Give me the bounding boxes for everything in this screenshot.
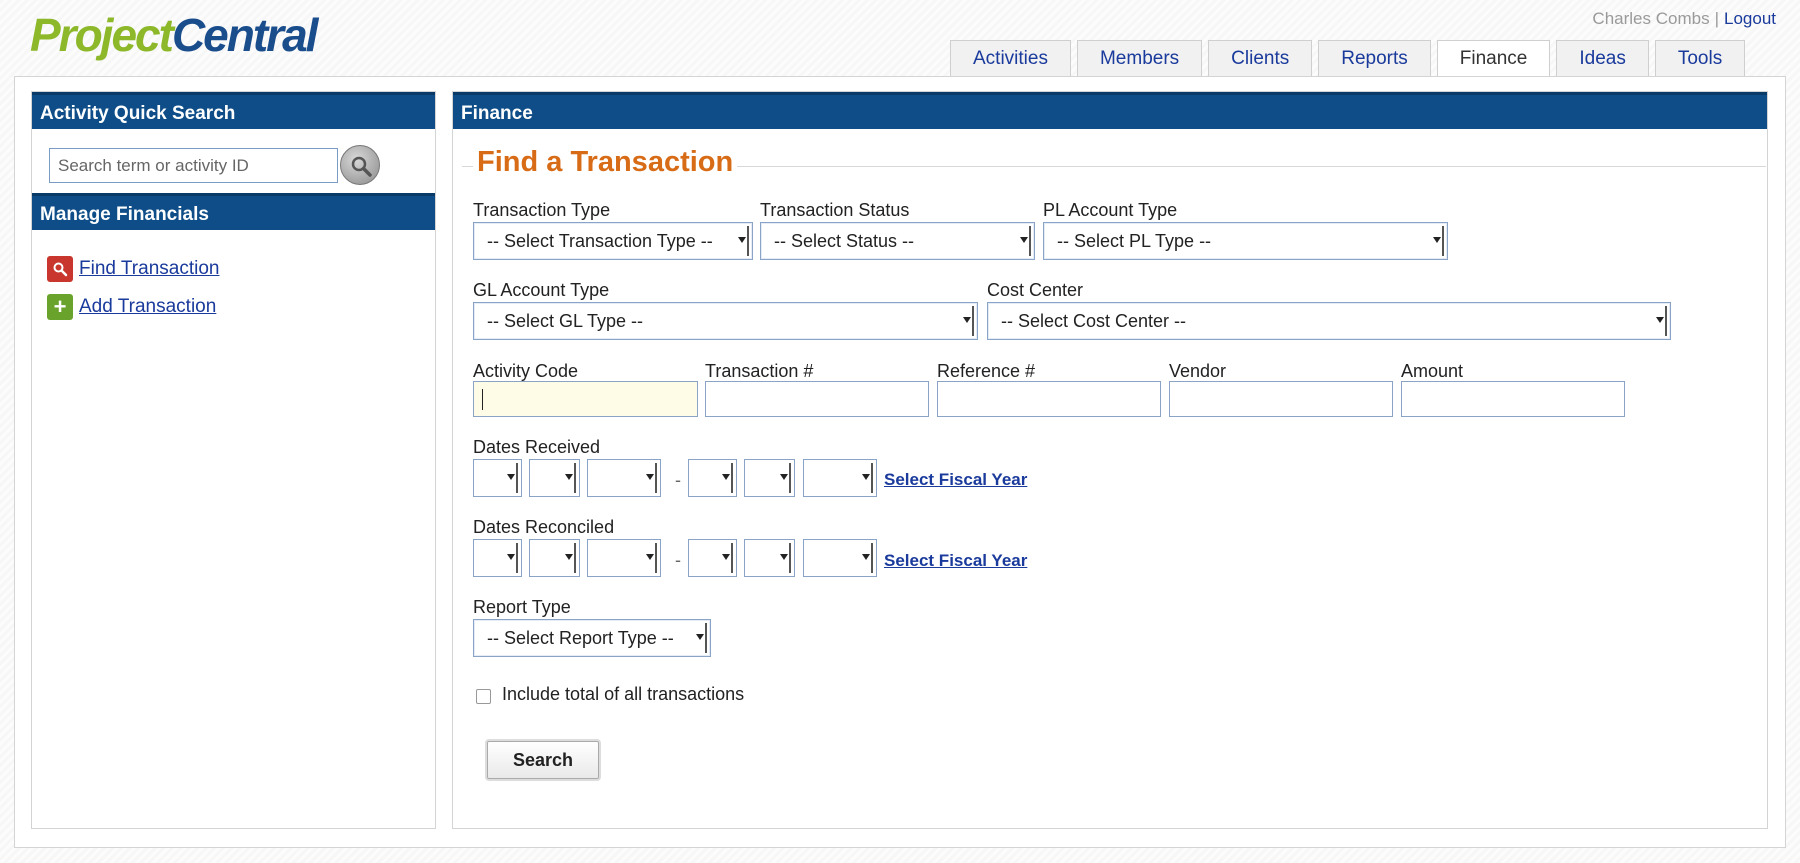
dates-received-label: Dates Received — [473, 437, 601, 457]
pl-account-select[interactable]: -- Select PL Type -- — [1043, 222, 1448, 260]
logo[interactable]: ProjectCentral — [30, 8, 318, 62]
cost-center-select[interactable]: -- Select Cost Center -- — [987, 302, 1671, 340]
chevron-down-icon — [565, 554, 573, 560]
report-type-value: -- Select Report Type -- — [487, 628, 674, 648]
cost-center-value: -- Select Cost Center -- — [1001, 311, 1187, 331]
chevron-down-icon — [780, 474, 788, 480]
quick-search-input[interactable] — [49, 148, 338, 183]
logo-part-1: Project — [30, 9, 174, 61]
chevron-down-icon — [780, 554, 788, 560]
report-type-select[interactable]: -- Select Report Type -- — [473, 619, 711, 657]
gl-account-value: -- Select GL Type -- — [487, 311, 644, 331]
transaction-type-label: Transaction Type — [473, 200, 611, 220]
pl-account-label: PL Account Type — [1043, 200, 1178, 220]
search-button[interactable]: Search — [487, 741, 599, 779]
chevron-down-icon — [1656, 317, 1664, 323]
logout-link[interactable]: Logout — [1724, 9, 1776, 28]
reconciled-to-day-select[interactable] — [744, 539, 795, 577]
received-from-year-select[interactable] — [587, 459, 661, 497]
transaction-status-value: -- Select Status -- — [774, 231, 915, 251]
received-from-day-select[interactable] — [529, 459, 580, 497]
activity-code-input[interactable] — [473, 381, 698, 417]
reconciled-to-year-select[interactable] — [803, 539, 877, 577]
add-transaction-link[interactable]: Add Transaction — [79, 296, 216, 318]
tab-tools[interactable]: Tools — [1654, 40, 1746, 77]
chevron-down-icon — [862, 554, 870, 560]
reconciled-to-month-select[interactable] — [688, 539, 737, 577]
include-total-checkbox[interactable] — [476, 689, 491, 704]
reconciled-from-year-select[interactable] — [587, 539, 661, 577]
transaction-status-label: Transaction Status — [760, 200, 910, 220]
gl-account-label: GL Account Type — [473, 280, 610, 300]
chevron-down-icon — [646, 554, 654, 560]
vendor-input[interactable] — [1169, 381, 1393, 417]
chevron-down-icon — [646, 474, 654, 480]
tab-reports[interactable]: Reports — [1318, 40, 1431, 77]
received-range-separator: - — [675, 470, 681, 490]
finance-header: Finance — [453, 92, 1767, 129]
amount-label: Amount — [1401, 361, 1464, 381]
include-total-label: Include total of all transactions — [502, 684, 745, 704]
sidebar: Activity Quick Search Manage Financials … — [31, 91, 436, 829]
manage-financials-list: Find Transaction + Add Transaction — [32, 230, 435, 326]
chevron-down-icon — [1020, 237, 1028, 243]
text-cursor — [482, 389, 483, 410]
received-to-month-select[interactable] — [688, 459, 737, 497]
chevron-down-icon — [862, 474, 870, 480]
reference-number-input[interactable] — [937, 381, 1161, 417]
user-area: Charles Combs | Logout — [1592, 9, 1776, 29]
transaction-type-value: -- Select Transaction Type -- — [487, 231, 713, 251]
received-to-day-select[interactable] — [744, 459, 795, 497]
vendor-label: Vendor — [1169, 361, 1227, 381]
chevron-down-icon — [963, 317, 971, 323]
quick-search-button[interactable] — [340, 145, 380, 185]
chevron-down-icon — [565, 474, 573, 480]
pl-account-value: -- Select PL Type -- — [1057, 231, 1212, 251]
reference-number-label: Reference # — [937, 361, 1036, 381]
received-from-month-select[interactable] — [473, 459, 522, 497]
user-separator: | — [1714, 9, 1719, 28]
sidebar-item-find-transaction[interactable]: Find Transaction — [47, 250, 435, 288]
chevron-down-icon — [507, 554, 515, 560]
chevron-down-icon — [507, 474, 515, 480]
sidebar-item-add-transaction[interactable]: + Add Transaction — [47, 288, 435, 326]
chevron-down-icon — [722, 474, 730, 480]
gl-account-select[interactable]: -- Select GL Type -- — [473, 302, 978, 340]
transaction-number-label: Transaction # — [705, 361, 814, 381]
plus-icon: + — [47, 294, 73, 320]
transaction-type-select[interactable]: -- Select Transaction Type -- — [473, 222, 753, 260]
logo-part-2: Central — [171, 9, 318, 61]
reconciled-from-month-select[interactable] — [473, 539, 522, 577]
transaction-status-select[interactable]: -- Select Status -- — [760, 222, 1035, 260]
transaction-number-input[interactable] — [705, 381, 929, 417]
received-to-year-select[interactable] — [803, 459, 877, 497]
chevron-down-icon — [696, 634, 704, 640]
magnifier-icon — [47, 256, 73, 282]
quick-search-row — [32, 129, 435, 193]
amount-input[interactable] — [1401, 381, 1625, 417]
tab-activities[interactable]: Activities — [950, 40, 1071, 77]
reconciled-fiscal-year-link[interactable]: Select Fiscal Year — [884, 551, 1027, 571]
tab-clients[interactable]: Clients — [1208, 40, 1313, 77]
chevron-down-icon — [722, 554, 730, 560]
cost-center-label: Cost Center — [987, 280, 1084, 300]
find-transaction-link[interactable]: Find Transaction — [79, 258, 219, 280]
user-name: Charles Combs — [1592, 9, 1710, 28]
form-title: Find a Transaction — [473, 146, 738, 179]
reconciled-from-day-select[interactable] — [529, 539, 580, 577]
activity-code-label: Activity Code — [473, 361, 579, 381]
manage-financials-header: Manage Financials — [32, 193, 435, 230]
tab-ideas[interactable]: Ideas — [1556, 40, 1649, 77]
dates-reconciled-label: Dates Reconciled — [473, 517, 615, 537]
quick-search-header: Activity Quick Search — [32, 92, 435, 129]
tab-finance[interactable]: Finance — [1436, 40, 1551, 77]
reconciled-range-separator: - — [675, 550, 681, 570]
search-icon — [351, 156, 372, 177]
received-fiscal-year-link[interactable]: Select Fiscal Year — [884, 470, 1027, 490]
chevron-down-icon — [1433, 237, 1441, 243]
tab-members[interactable]: Members — [1076, 40, 1203, 77]
report-type-label: Report Type — [473, 597, 571, 617]
main-nav-tabs: Activities Members Clients Reports Finan… — [950, 40, 1751, 77]
chevron-down-icon — [738, 237, 746, 243]
